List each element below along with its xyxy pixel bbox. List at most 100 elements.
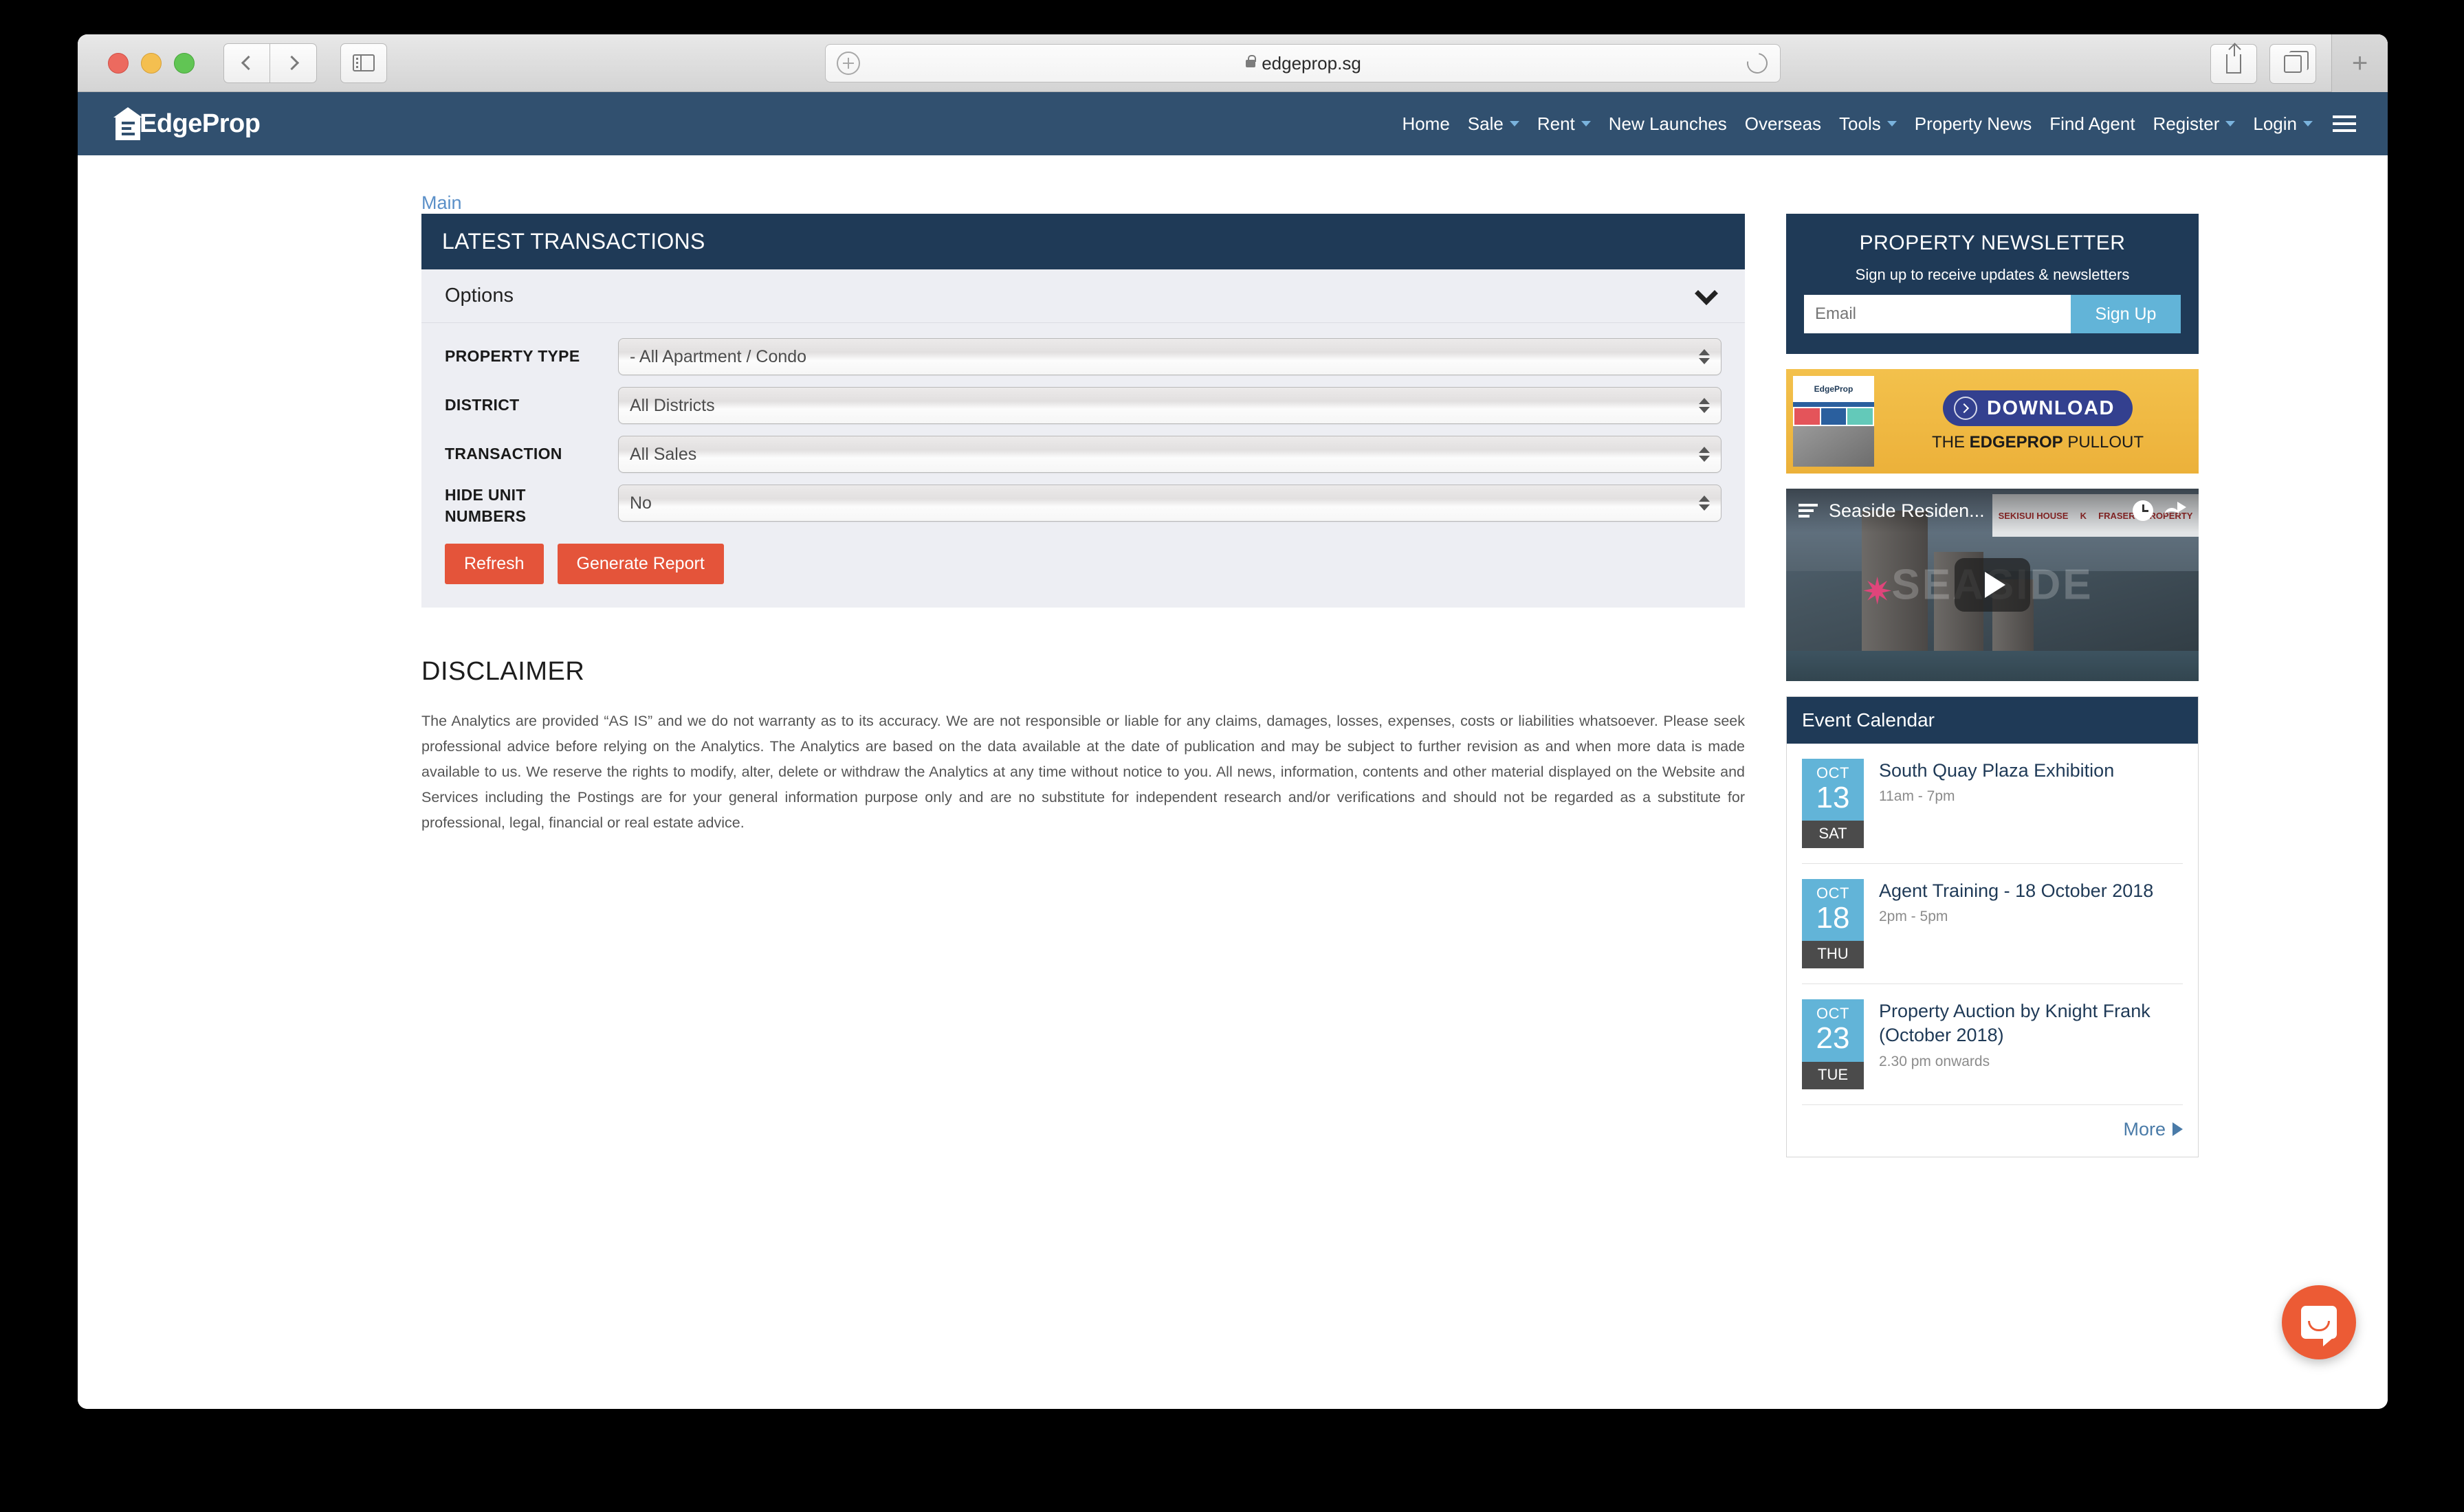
nav-item-register[interactable]: Register: [2144, 113, 2245, 135]
pullout-prefix: THE: [1932, 433, 1970, 452]
sidebar-toggle-icon: [353, 54, 375, 71]
breadcrumb[interactable]: Main: [421, 192, 462, 213]
tab-overview-icon: [2284, 55, 2302, 73]
event-time: 11am - 7pm: [1879, 788, 2114, 805]
hide-unit-numbers-select[interactable]: No: [618, 485, 1722, 522]
maximize-window-button[interactable]: [174, 53, 195, 74]
nav-label: Overseas: [1745, 113, 1821, 135]
reload-icon[interactable]: [1743, 49, 1772, 78]
field-label: HIDE UNIT NUMBERS: [445, 485, 618, 527]
form-actions: Refresh Generate Report: [445, 544, 1722, 584]
signup-button[interactable]: Sign Up: [2071, 295, 2181, 333]
watch-later-icon[interactable]: [2133, 500, 2153, 521]
more-label: More: [2123, 1119, 2166, 1140]
nav-label: Login: [2253, 113, 2297, 135]
page-body: Main LATEST TRANSACTIONS Options PROPERT…: [78, 155, 2388, 1409]
email-input[interactable]: [1804, 295, 2071, 333]
select-value: All Sales: [630, 445, 696, 465]
event-month: OCT: [1802, 1005, 1864, 1023]
lock-icon: [1246, 60, 1255, 67]
add-icon[interactable]: [837, 52, 860, 75]
video-topbar: Seaside Residen...: [1786, 489, 2199, 533]
stepper-icon: [1699, 349, 1710, 364]
forward-chevron-icon: [284, 56, 298, 70]
chevron-down-icon: [1695, 282, 1718, 305]
main-column: LATEST TRANSACTIONS Options PROPERTY TYP…: [421, 214, 1745, 836]
hamburger-menu-icon[interactable]: [2333, 115, 2356, 132]
forward-button[interactable]: [270, 43, 317, 83]
back-button[interactable]: [223, 43, 270, 83]
event-date-box: OCT 23 TUE: [1802, 999, 1864, 1089]
url-display: edgeprop.sg: [860, 53, 1747, 74]
transaction-select[interactable]: All Sales: [618, 436, 1722, 473]
edgeprop-logo[interactable]: EdgeProp: [113, 107, 260, 140]
chevron-down-icon: [2303, 121, 2313, 126]
event-month: OCT: [1802, 885, 1864, 902]
nav-label: Register: [2153, 113, 2220, 135]
district-select[interactable]: All Districts: [618, 387, 1722, 424]
nav-item-rent[interactable]: Rent: [1528, 113, 1600, 135]
disclaimer-text: The Analytics are provided “AS IS” and w…: [421, 709, 1745, 836]
property-type-select[interactable]: - All Apartment / Condo: [618, 338, 1722, 375]
pullout-ad-banner[interactable]: EdgeProp DOWNLOAD THE EDGEPROP PULL: [1786, 369, 2199, 474]
nav-label: Find Agent: [2049, 113, 2135, 135]
video-embed[interactable]: SEASIDE ✷ SEKISUI HOUSE K FRASERS PROPER…: [1786, 489, 2199, 681]
event-list-item[interactable]: OCT 18 THU Agent Training - 18 October 2…: [1802, 864, 2183, 984]
refresh-button[interactable]: Refresh: [445, 544, 544, 584]
new-tab-button[interactable]: +: [2331, 34, 2388, 92]
star-decoration: ✷: [1862, 570, 1893, 613]
nav-item-new-launches[interactable]: New Launches: [1600, 113, 1736, 135]
nav-item-home[interactable]: Home: [1393, 113, 1458, 135]
event-day: 18: [1802, 902, 1864, 934]
event-month: OCT: [1802, 764, 1864, 782]
field-label: DISTRICT: [445, 394, 618, 416]
chevron-down-icon: [1887, 121, 1897, 126]
generate-report-button[interactable]: Generate Report: [558, 544, 724, 584]
minimize-window-button[interactable]: [141, 53, 162, 74]
intercom-chat-button[interactable]: [2282, 1285, 2356, 1359]
ad-thumbnail: EdgeProp: [1793, 376, 1874, 467]
pullout-brand: EDGEPROP: [1970, 433, 2063, 452]
nav-label: Rent: [1537, 113, 1575, 135]
nav-item-tools[interactable]: Tools: [1830, 113, 1906, 135]
newsletter-form: Sign Up: [1804, 295, 2181, 333]
options-toggle[interactable]: Options: [421, 269, 1745, 323]
nav-buttons: [223, 43, 317, 83]
back-chevron-icon: [241, 56, 256, 70]
share-icon[interactable]: [2164, 502, 2186, 520]
disclaimer-section: DISCLAIMER The Analytics are provided “A…: [421, 657, 1745, 836]
field-hide-unit-numbers: HIDE UNIT NUMBERS No: [445, 485, 1722, 527]
select-value: - All Apartment / Condo: [630, 347, 806, 367]
nav-item-overseas[interactable]: Overseas: [1736, 113, 1830, 135]
event-list-item[interactable]: OCT 13 SAT South Quay Plaza Exhibition 1…: [1802, 744, 2183, 864]
play-button[interactable]: [1955, 558, 2030, 612]
more-events-link[interactable]: More: [2123, 1119, 2183, 1140]
arrow-right-icon: [2172, 1122, 2183, 1136]
sidebar-toggle-button[interactable]: [340, 43, 387, 83]
logo-text: EdgeProp: [140, 109, 260, 139]
nav-item-property-news[interactable]: Property News: [1906, 113, 2041, 135]
main-navigation: Home Sale Rent New Launches Overseas Too…: [1393, 113, 2356, 135]
address-bar[interactable]: edgeprop.sg: [825, 44, 1781, 82]
browser-titlebar: edgeprop.sg +: [78, 34, 2388, 92]
close-window-button[interactable]: [108, 53, 129, 74]
nav-label: Tools: [1839, 113, 1881, 135]
nav-label: New Launches: [1609, 113, 1727, 135]
nav-item-login[interactable]: Login: [2244, 113, 2322, 135]
tab-overview-button[interactable]: [2269, 44, 2316, 84]
download-button[interactable]: DOWNLOAD: [1943, 390, 2133, 426]
latest-transactions-panel: LATEST TRANSACTIONS Options PROPERTY TYP…: [421, 214, 1745, 608]
nav-item-sale[interactable]: Sale: [1459, 113, 1528, 135]
browser-window: edgeprop.sg + EdgeProp Home Sale Rent Ne…: [78, 34, 2388, 1409]
event-date-box: OCT 18 THU: [1802, 879, 1864, 968]
event-day: 13: [1802, 782, 1864, 814]
share-icon: [2226, 54, 2241, 74]
event-list-item[interactable]: OCT 23 TUE Property Auction by Knight Fr…: [1802, 984, 2183, 1104]
nav-item-find-agent[interactable]: Find Agent: [2040, 113, 2144, 135]
playlist-icon[interactable]: [1798, 504, 1818, 518]
share-button[interactable]: [2210, 44, 2257, 84]
nav-label: Home: [1402, 113, 1449, 135]
field-label: PROPERTY TYPE: [445, 346, 618, 367]
video-title: Seaside Residen...: [1829, 500, 2122, 522]
chevron-down-icon: [1581, 121, 1591, 126]
